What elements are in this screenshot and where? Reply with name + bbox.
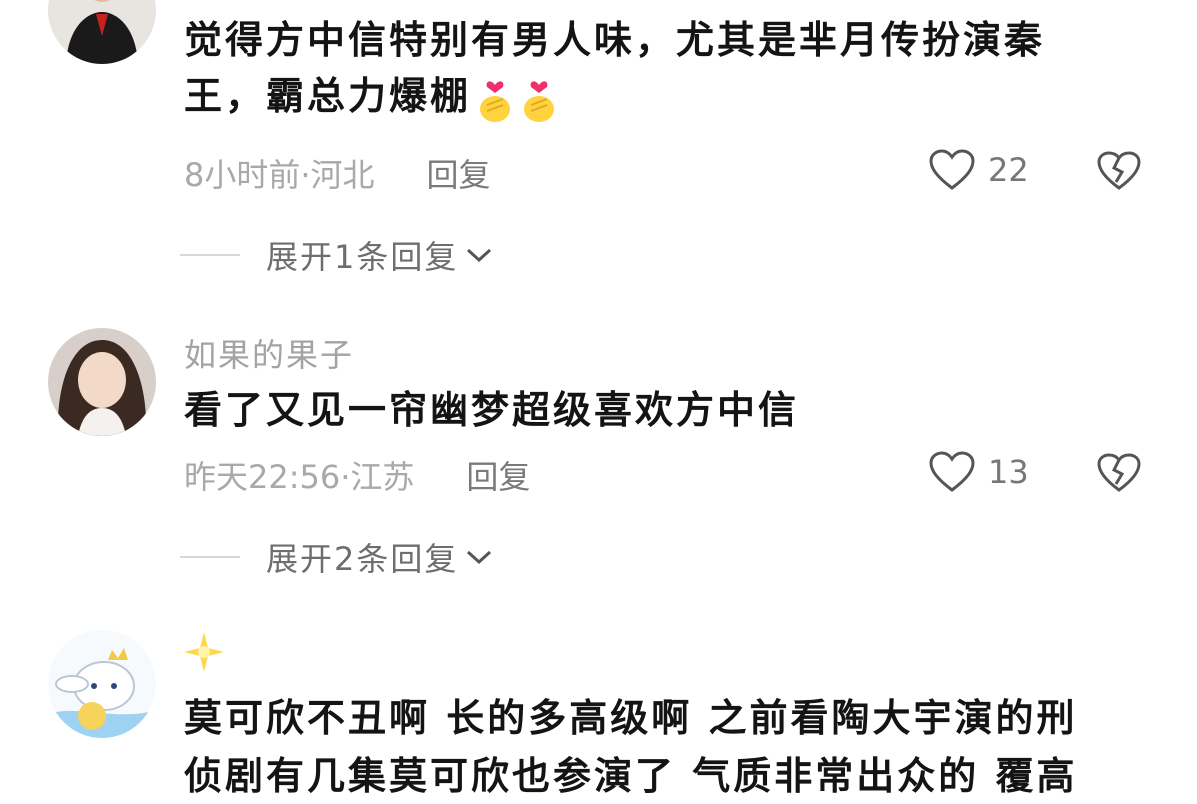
reply-button[interactable]: 回复	[466, 458, 530, 496]
comment-text-line: 莫可欣不丑啊 长的多高级啊 之前看陶大宇演的刑	[184, 696, 1078, 740]
chevron-down-icon	[467, 550, 492, 565]
comment-text-line: 看了又见一帘幽梦超级喜欢方中信	[184, 388, 800, 432]
expand-replies[interactable]: 展开2条回复	[180, 534, 494, 580]
username[interactable]: 如果的果子	[184, 330, 354, 376]
reply-button[interactable]: 回复	[427, 156, 491, 194]
like-button[interactable]: 22	[928, 148, 1029, 192]
comment-text: 莫可欣不丑啊 长的多高级啊 之前看陶大宇演的刑 侦剧有几集莫可欣也参演了 气质非…	[184, 690, 1144, 804]
time-location: 8小时前·河北	[184, 156, 375, 194]
broken-heart-icon	[1097, 453, 1141, 492]
dislike-button[interactable]	[1096, 452, 1142, 498]
avatar[interactable]	[48, 630, 156, 738]
divider-line	[180, 254, 240, 256]
expand-replies[interactable]: 展开1条回复	[180, 232, 494, 278]
sparkle-star-icon	[184, 632, 224, 672]
like-count: 22	[988, 151, 1029, 189]
broken-heart-icon	[1097, 151, 1141, 190]
comment-meta: 8小时前·河北 回复	[184, 150, 491, 196]
like-button[interactable]: 13	[928, 450, 1029, 494]
heart-icon	[929, 451, 975, 492]
comment-text-line: 王，霸总力爆棚	[184, 68, 1144, 124]
comment-text: 看了又见一帘幽梦超级喜欢方中信	[184, 382, 1144, 438]
comment-text: 觉得方中信特别有男人味，尤其是芈月传扮演秦 王，霸总力爆棚	[184, 12, 1144, 124]
comment-text-line: 觉得方中信特别有男人味，尤其是芈月传扮演秦	[184, 18, 1046, 62]
avatar[interactable]	[48, 328, 156, 436]
chevron-down-icon	[467, 248, 492, 263]
dislike-button[interactable]	[1096, 150, 1142, 196]
divider-line	[180, 556, 240, 558]
expand-replies-label: 展开1条回复	[266, 238, 459, 276]
avatar[interactable]	[48, 0, 156, 64]
time-location: 昨天22:56·江苏	[184, 458, 415, 496]
expand-replies-label: 展开2条回复	[266, 540, 459, 578]
finger-heart-emoji	[480, 80, 511, 122]
like-count: 13	[988, 453, 1029, 491]
finger-heart-emoji	[524, 80, 555, 122]
heart-icon	[929, 149, 975, 190]
comment-text-line: 侦剧有几集莫可欣也参演了 气质非常出众的 覆高	[184, 754, 1078, 798]
comment-meta: 昨天22:56·江苏 回复	[184, 452, 530, 498]
